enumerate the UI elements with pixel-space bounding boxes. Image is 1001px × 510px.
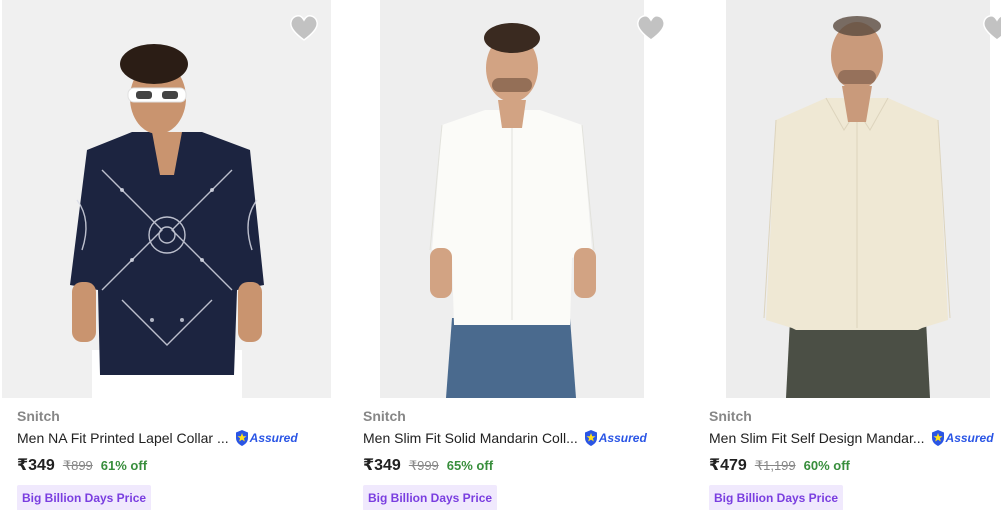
product-title[interactable]: Men Slim Fit Solid Mandarin Coll... — [363, 428, 578, 448]
product-title[interactable]: Men Slim Fit Self Design Mandar... — [709, 428, 925, 448]
product-brand: Snitch — [709, 408, 752, 424]
assured-label: Assured — [945, 431, 994, 445]
assured-badge: Assured — [931, 429, 994, 447]
deal-badge: Big Billion Days Price — [363, 485, 498, 510]
product-image[interactable] — [2, 0, 331, 398]
discount-percent: 60% off — [803, 458, 850, 473]
assured-shield-icon — [235, 430, 248, 446]
discount-percent: 65% off — [446, 458, 494, 473]
product-card[interactable]: Snitch Men NA Fit Printed Lapel Collar .… — [0, 0, 331, 510]
selling-price: ₹349 — [363, 457, 401, 474]
product-info: Snitch Men Slim Fit Solid Mandarin Coll.… — [363, 407, 676, 510]
product-card[interactable]: Snitch Men Slim Fit Solid Mandarin Coll.… — [346, 0, 676, 510]
wishlist-heart-icon[interactable] — [289, 14, 319, 42]
deal-badge: Big Billion Days Price — [17, 485, 152, 510]
product-brand: Snitch — [363, 408, 406, 424]
product-brand: Snitch — [17, 408, 60, 424]
product-grid: Snitch Men NA Fit Printed Lapel Collar .… — [0, 0, 1001, 510]
selling-price: ₹479 — [709, 457, 747, 474]
product-card[interactable]: Snitch Men Slim Fit Self Design Mandar..… — [692, 0, 1001, 510]
wishlist-heart-icon[interactable] — [636, 14, 666, 42]
product-title[interactable]: Men NA Fit Printed Lapel Collar ... — [17, 428, 229, 448]
product-image[interactable] — [380, 0, 644, 398]
original-price: ₹999 — [408, 458, 439, 473]
assured-shield-icon — [584, 430, 597, 446]
assured-label: Assured — [598, 431, 647, 445]
assured-badge: Assured — [235, 429, 298, 447]
wishlist-heart-icon[interactable] — [982, 14, 1001, 42]
assured-label: Assured — [249, 431, 298, 445]
product-info: Snitch Men Slim Fit Self Design Mandar..… — [709, 407, 1001, 510]
selling-price: ₹349 — [17, 457, 55, 474]
original-price: ₹1,199 — [754, 458, 796, 473]
assured-shield-icon — [931, 430, 944, 446]
deal-badge: Big Billion Days Price — [709, 485, 844, 510]
product-info: Snitch Men NA Fit Printed Lapel Collar .… — [17, 407, 330, 510]
discount-percent: 61% off — [100, 458, 148, 473]
original-price: ₹899 — [62, 458, 93, 473]
product-image[interactable] — [726, 0, 990, 398]
assured-badge: Assured — [584, 429, 647, 447]
